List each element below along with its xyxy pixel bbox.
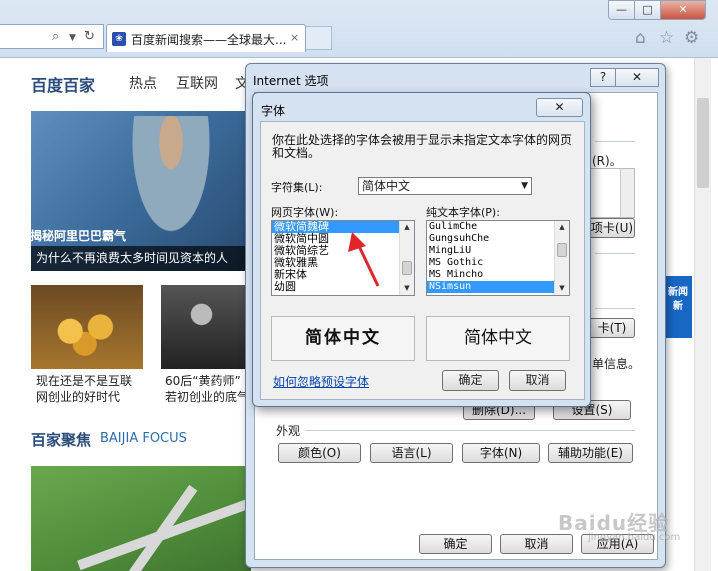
fonts-dialog: 字体 ✕ 你在此处选择的字体会被用于显示未指定文本字体的网页和文档。 字符集(L…	[252, 92, 591, 407]
history-fragment: 单信息。	[592, 357, 641, 371]
section-subtitle: BAIJIA FOCUS	[100, 431, 187, 446]
accessibility-button[interactable]: 辅助功能(E)	[548, 443, 633, 463]
address-bar[interactable]: ⌕ ▼ ↻	[0, 24, 104, 49]
fonts-dialog-close-button[interactable]: ✕	[536, 98, 583, 117]
maximize-button[interactable]: □	[634, 0, 661, 20]
charset-select[interactable]: 简体中文 ▼	[358, 177, 532, 195]
fonts-dialog-title: 字体	[261, 104, 286, 118]
refresh-icon[interactable]: ↻	[84, 29, 95, 44]
plain-font-item[interactable]: GungsuhChe	[427, 233, 569, 245]
minimize-button[interactable]: —	[608, 0, 635, 20]
fonts-cancel-button[interactable]: 取消	[509, 370, 566, 391]
section-title: 百家聚焦	[31, 431, 92, 449]
card1-caption-line1[interactable]: 现在还是不是互联	[36, 372, 132, 389]
ad-banner[interactable]: 新闻 新	[664, 276, 692, 338]
baidu-paw-icon: ❀	[112, 32, 126, 46]
fonts-description: 你在此处选择的字体会被用于显示未指定文本字体的网页和文档。	[272, 133, 573, 160]
plain-list-scrollbar[interactable]: ▲ ▼	[554, 221, 569, 295]
card2-caption-line1[interactable]: 60后“黄药师”	[165, 372, 241, 389]
cancel-button[interactable]: 取消	[500, 534, 573, 554]
dialog-title: Internet 选项	[253, 74, 329, 88]
ok-button[interactable]: 确定	[419, 534, 492, 554]
tab-settings-button[interactable]: 卡(T)	[589, 318, 635, 338]
chevron-down-icon: ▼	[521, 181, 528, 191]
hero-overlay-text: 揭秘阿里巴巴霸气	[30, 229, 127, 243]
homepage-fragment: (R)。	[592, 154, 622, 168]
star-icon[interactable]: ☆	[659, 28, 674, 48]
ignore-default-fonts-link[interactable]: 如何忽略预设字体	[273, 373, 369, 390]
new-tab-button[interactable]	[306, 26, 332, 50]
plain-font-item[interactable]: GulimChe	[427, 221, 569, 233]
plain-font-item[interactable]: NSimsun	[427, 281, 569, 293]
plain-font-item[interactable]: MS Mincho	[427, 269, 569, 281]
tab-close-icon[interactable]: ×	[290, 31, 299, 44]
scroll-down-icon[interactable]: ▼	[400, 282, 414, 295]
site-brand[interactable]: 百度百家	[31, 72, 95, 96]
scroll-down-icon[interactable]: ▼	[555, 282, 569, 295]
home-icon[interactable]: ⌂	[635, 28, 646, 48]
golden-eggs-image[interactable]	[31, 285, 143, 369]
gear-icon[interactable]: ⚙	[684, 28, 699, 48]
colors-button[interactable]: 颜色(O)	[278, 443, 361, 463]
watermark-url: jingyan.baidu.com	[588, 532, 681, 543]
page-scrollbar[interactable]	[694, 58, 711, 571]
scrollbar-thumb[interactable]	[697, 98, 709, 188]
webpage-font-item[interactable]: 幼圆	[272, 281, 414, 293]
plain-text-font-list[interactable]: GulimChe GungsuhChe MingLiU MS Gothic MS Min…	[426, 220, 570, 296]
scroll-up-icon[interactable]: ▲	[555, 221, 569, 234]
hero-caption[interactable]: 为什么不再浪费太多时间见资本的人	[31, 246, 251, 271]
fonts-ok-button[interactable]: 确定	[442, 370, 499, 391]
dialog-close-button[interactable]: ✕	[615, 68, 659, 87]
scrollbar-thumb[interactable]	[557, 243, 567, 257]
dropdown-icon[interactable]: ▼	[69, 33, 76, 43]
fonts-button[interactable]: 字体(N)	[462, 443, 540, 463]
divider	[595, 308, 635, 309]
speaker-photo[interactable]	[161, 285, 251, 369]
scrollbar-thumb[interactable]	[402, 261, 412, 275]
webpage-font-label: 网页字体(W):	[271, 206, 339, 219]
card2-caption-line2[interactable]: 若初创业的底气	[165, 388, 249, 405]
webpage-font-preview: 简体中文	[271, 316, 415, 361]
divider	[305, 430, 635, 431]
fonts-dialog-body: 你在此处选择的字体会被用于显示未指定文本字体的网页和文档。 字符集(L): 简体…	[260, 121, 585, 400]
plain-font-item[interactable]: MS Gothic	[427, 257, 569, 269]
field-image[interactable]	[31, 466, 251, 571]
search-icon[interactable]: ⌕	[52, 29, 59, 44]
scroll-up-icon[interactable]: ▲	[400, 221, 414, 234]
tab-title: 百度新闻搜索——全球最大...	[131, 33, 287, 47]
tabs-settings-button[interactable]: 项卡(U)	[589, 218, 635, 238]
appearance-label: 外观	[276, 424, 301, 438]
nav-item-hot[interactable]: 热点	[129, 73, 157, 93]
hero-person-figure	[126, 116, 216, 246]
nav-item-internet[interactable]: 互联网	[176, 73, 218, 93]
browser-chrome: — □ ✕ ⌕ ▼ ↻ ❀ 百度新闻搜索——全球最大... × ⌂ ☆ ⚙	[0, 0, 718, 58]
plain-font-item[interactable]: MingLiU	[427, 245, 569, 257]
card1-caption-line2[interactable]: 网创业的好时代	[36, 388, 120, 405]
help-button[interactable]: ?	[590, 68, 616, 87]
plain-text-font-preview: 简体中文	[426, 316, 570, 361]
languages-button[interactable]: 语言(L)	[370, 443, 453, 463]
charset-label: 字符集(L):	[271, 181, 323, 194]
charset-value: 简体中文	[362, 179, 411, 193]
divider	[595, 141, 635, 142]
divider	[595, 253, 635, 254]
tab-baidu-news[interactable]: ❀ 百度新闻搜索——全球最大... ×	[106, 24, 306, 52]
close-window-button[interactable]: ✕	[660, 0, 706, 20]
plain-text-font-label: 纯文本字体(P):	[426, 206, 500, 219]
webpage-list-scrollbar[interactable]: ▲ ▼	[399, 221, 414, 295]
webpage-font-list[interactable]: 微软简魏碑 微软简中圆 微软简综艺 微软雅黑 新宋体 幼圆 ▲ ▼	[271, 220, 415, 296]
